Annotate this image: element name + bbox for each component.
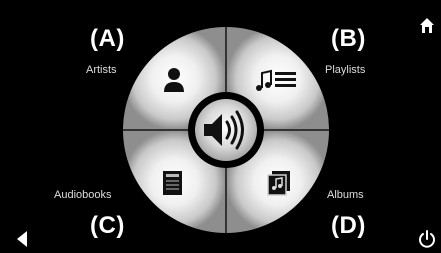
book-icon xyxy=(163,171,182,195)
home-icon[interactable] xyxy=(419,17,435,34)
power-icon[interactable] xyxy=(418,229,436,249)
menu-wheel xyxy=(123,27,329,233)
album-icon xyxy=(267,171,290,196)
back-icon[interactable] xyxy=(15,230,29,248)
